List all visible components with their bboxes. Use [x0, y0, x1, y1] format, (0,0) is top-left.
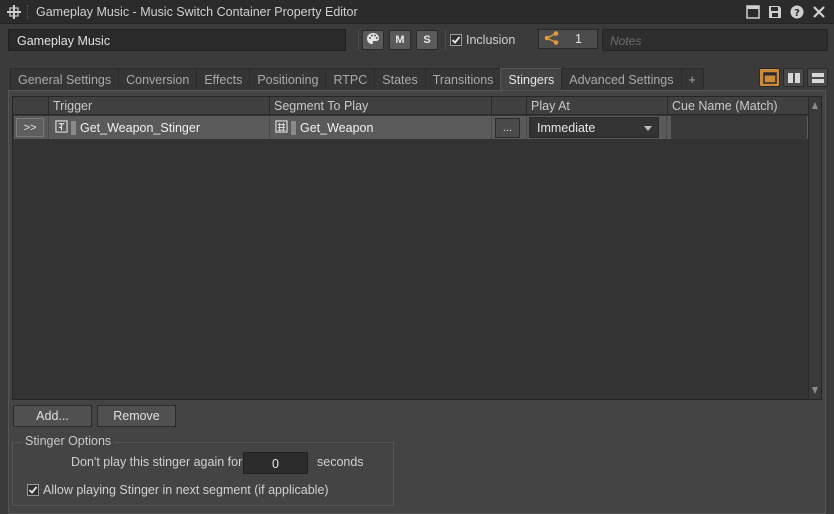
tab-states[interactable]: States	[374, 68, 426, 90]
share-icon	[544, 30, 560, 48]
property-tabs: General Settings Conversion Effects Posi…	[10, 68, 704, 91]
cue-name-cell	[667, 116, 807, 139]
window-titlebar: Gameplay Music - Music Switch Container …	[0, 0, 834, 24]
dont-play-seconds-input[interactable]: 0	[243, 452, 308, 474]
color-palette-button[interactable]	[362, 30, 384, 50]
tab-effects[interactable]: Effects	[196, 68, 251, 90]
play-at-value: Immediate	[537, 120, 596, 135]
segment-name: Get_Weapon	[300, 120, 374, 135]
column-header-expand	[13, 97, 49, 115]
trigger-icon	[55, 119, 68, 136]
references-button[interactable]: 1	[538, 29, 598, 49]
layout-single-icon[interactable]	[759, 68, 780, 87]
svg-text:?: ?	[794, 8, 800, 19]
column-header-segment[interactable]: Segment To Play	[270, 97, 492, 115]
help-icon[interactable]: ?	[788, 4, 806, 20]
tab-stingers[interactable]: Stingers	[500, 68, 563, 91]
tab-rtpc[interactable]: RTPC	[325, 68, 376, 90]
inclusion-checkbox[interactable]	[450, 34, 462, 46]
tab-general-settings[interactable]: General Settings	[10, 68, 120, 90]
browse-cell: ...	[492, 116, 527, 139]
grid-scrollbar[interactable]	[808, 97, 821, 399]
window-title: Gameplay Music - Music Switch Container …	[36, 5, 358, 19]
titlebar-separator	[27, 5, 29, 19]
close-icon[interactable]	[810, 4, 828, 20]
layout-split-horizontal-icon[interactable]	[807, 68, 828, 87]
column-header-trigger[interactable]: Trigger	[49, 97, 270, 115]
trigger-color-swatch	[71, 120, 76, 135]
mute-button[interactable]: M	[389, 30, 411, 50]
dont-play-label: Don't play this stinger again for	[71, 455, 243, 469]
segment-color-swatch	[291, 120, 296, 135]
scroll-down-icon[interactable]	[812, 387, 818, 394]
music-segment-icon	[275, 119, 288, 136]
inclusion-toggle[interactable]: Inclusion	[450, 33, 515, 47]
add-stinger-button[interactable]: Add...	[13, 405, 92, 427]
chevron-down-icon	[644, 126, 652, 131]
table-row[interactable]: >> Get_Weapon_Stinger Get_Weapon ... Imm…	[14, 116, 808, 139]
scroll-up-icon[interactable]	[812, 102, 818, 109]
trigger-name: Get_Weapon_Stinger	[80, 120, 200, 135]
column-header-browse	[492, 97, 527, 115]
row-expand-cell: >>	[14, 116, 49, 139]
allow-next-segment-checkbox[interactable]	[27, 484, 39, 496]
tab-add[interactable]: +	[680, 68, 704, 90]
column-header-play-at[interactable]: Play At	[527, 97, 668, 115]
stinger-options-title: Stinger Options	[22, 434, 115, 448]
object-name-field[interactable]: Gameplay Music	[8, 29, 346, 51]
toolbar-grip	[358, 31, 360, 49]
seconds-label: seconds	[317, 455, 364, 469]
segment-cell[interactable]: Get_Weapon	[270, 116, 492, 139]
tab-conversion[interactable]: Conversion	[118, 68, 198, 90]
play-at-cell: Immediate	[527, 116, 667, 139]
notes-field[interactable]: Notes	[602, 29, 828, 51]
row-expand-button[interactable]: >>	[16, 118, 44, 137]
checkmark-icon	[451, 36, 461, 44]
tab-positioning[interactable]: Positioning	[249, 68, 327, 90]
inclusion-label: Inclusion	[466, 33, 516, 47]
tab-transitions[interactable]: Transitions	[424, 68, 502, 90]
tab-advanced-settings[interactable]: Advanced Settings	[561, 68, 682, 90]
allow-next-segment-toggle[interactable]: Allow playing Stinger in next segment (i…	[27, 483, 329, 497]
references-count: 1	[575, 32, 582, 46]
palette-icon	[366, 32, 380, 49]
save-icon[interactable]	[766, 4, 784, 20]
remove-stinger-button[interactable]: Remove	[97, 405, 176, 427]
column-header-cue-name[interactable]: Cue Name (Match)	[668, 97, 809, 115]
cue-name-field[interactable]	[671, 116, 807, 139]
trigger-cell[interactable]: Get_Weapon_Stinger	[49, 116, 270, 139]
layout-split-vertical-icon[interactable]	[783, 68, 804, 87]
browse-segment-button[interactable]: ...	[495, 117, 520, 138]
app-icon	[7, 5, 21, 19]
solo-button[interactable]: S	[416, 30, 438, 50]
allow-next-segment-label: Allow playing Stinger in next segment (i…	[43, 483, 329, 497]
stingers-grid: Trigger Segment To Play Play At Cue Name…	[12, 96, 822, 400]
play-at-dropdown[interactable]: Immediate	[529, 117, 659, 138]
grid-header: Trigger Segment To Play Play At Cue Name…	[13, 97, 809, 115]
toolbar-grip	[445, 31, 447, 49]
checkmark-icon	[28, 486, 38, 494]
minimize-icon[interactable]	[744, 4, 762, 20]
